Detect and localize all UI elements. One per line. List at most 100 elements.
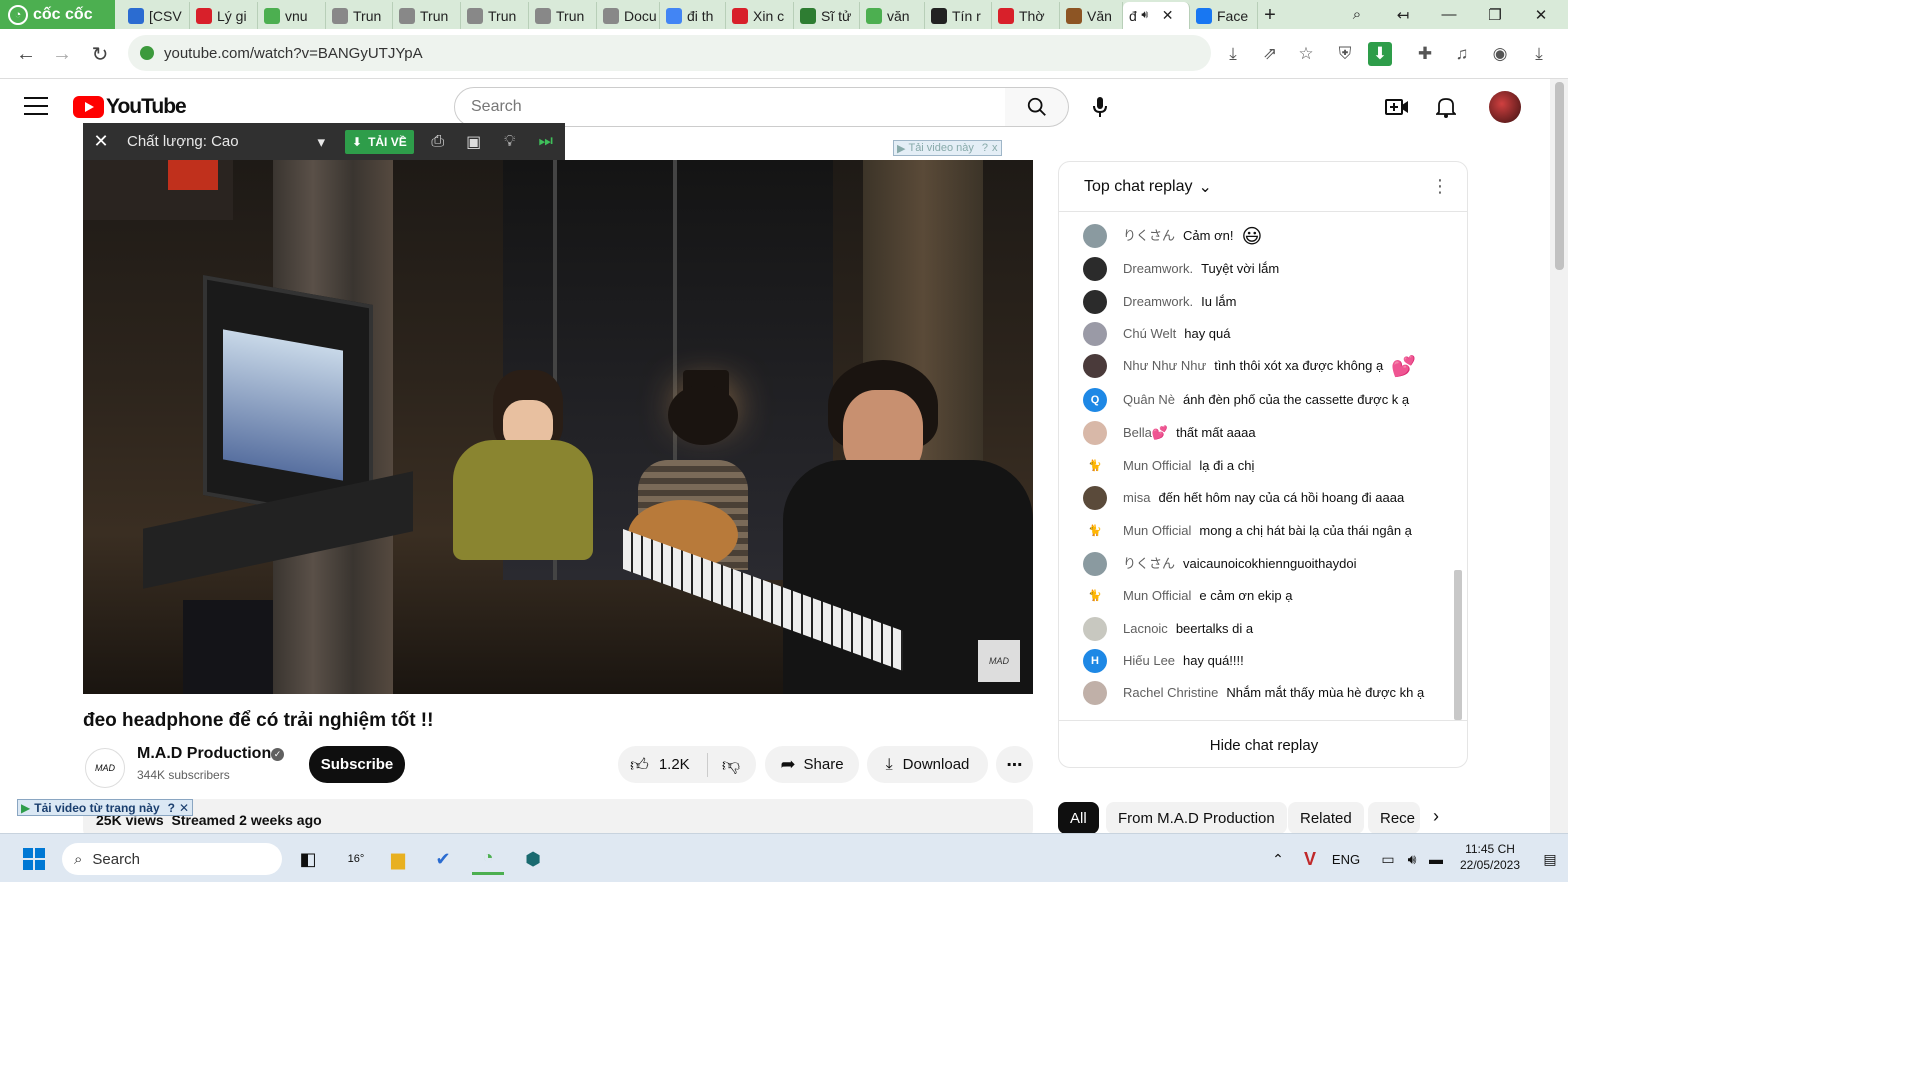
voice-search-button[interactable] [1080, 87, 1120, 127]
system-clock[interactable]: 11:45 CH 22/05/2023 [1450, 841, 1530, 873]
browser-tab[interactable]: văn [860, 2, 925, 29]
more-actions-button[interactable]: ⋯ [996, 746, 1033, 783]
browser-tab[interactable]: Xin c [726, 2, 794, 29]
chat-author-name[interactable]: りくさん [1123, 228, 1175, 243]
chat-author-name[interactable]: Như Như Như [1123, 358, 1206, 373]
browser-tab[interactable]: Trun [529, 2, 597, 29]
browser-tab[interactable]: Trun [393, 2, 461, 29]
chat-author-name[interactable]: Bella💕 [1123, 425, 1168, 440]
chat-author-name[interactable]: Mun Official [1123, 458, 1191, 473]
download-video-button[interactable]: ⬇ TẢI VỀ [345, 129, 414, 154]
coccoc-taskbar-icon[interactable]: ◔ [472, 843, 504, 875]
chat-message[interactable]: Chú Welt hay quá [1083, 322, 1443, 346]
share-page-icon[interactable]: ⇗ [1258, 42, 1282, 66]
chat-author-name[interactable]: Chú Welt [1123, 326, 1176, 341]
filter-chip[interactable]: From M.A.D Production [1106, 802, 1287, 834]
notification-center-icon[interactable]: ▤ [1534, 843, 1566, 875]
close-icon[interactable]: ✕ [179, 801, 189, 815]
chat-author-name[interactable]: Dreamwork. [1123, 261, 1193, 276]
chat-author-avatar[interactable]: Q [1083, 388, 1107, 412]
create-video-icon[interactable] [1385, 95, 1409, 119]
share-button[interactable]: ➦ Share [765, 746, 859, 783]
windows-start-icon[interactable] [18, 843, 50, 875]
media-icon[interactable]: ♫ [1450, 42, 1474, 66]
new-tab-button[interactable]: + [1258, 2, 1282, 29]
subscribe-button[interactable]: Subscribe [309, 746, 405, 783]
back-history-icon[interactable]: ↤ [1380, 0, 1426, 29]
chat-author-name[interactable]: Rachel Christine [1123, 685, 1218, 700]
help-icon[interactable]: ? [168, 801, 175, 815]
save-to-device-icon[interactable]: ⎙ [420, 123, 456, 160]
chat-header[interactable]: Top chat replay ⌄ ⋮ [1059, 162, 1467, 212]
browser-tab[interactable]: Sĩ tử [794, 2, 860, 29]
chat-author-name[interactable]: Quân Nè [1123, 392, 1175, 407]
notifications-bell-icon[interactable] [1434, 95, 1458, 119]
chat-menu-icon[interactable]: ⋮ [1431, 176, 1449, 197]
chat-author-avatar[interactable] [1083, 224, 1107, 248]
install-icon[interactable]: ⤓ [1221, 42, 1245, 66]
channel-avatar[interactable]: MAD [85, 748, 125, 788]
chat-author-name[interactable]: Hiếu Lee [1123, 653, 1175, 668]
chat-author-avatar[interactable]: 🐈 [1083, 584, 1107, 608]
address-bar[interactable]: youtube.com/watch?v=BANGyUTJYpA [128, 35, 1211, 71]
browser-tab[interactable]: đi th [660, 2, 726, 29]
chat-message[interactable]: りくさん vaicaunoicokhiennguoithaydoi [1083, 552, 1443, 576]
page-scrollbar[interactable] [1550, 79, 1568, 833]
chat-author-name[interactable]: Mun Official [1123, 523, 1191, 538]
download-this-video-banner[interactable]: ▶ Tải video này ? x [893, 140, 1002, 156]
download-button[interactable]: ⤓ Download [867, 746, 988, 783]
chat-author-name[interactable]: Lacnoic [1123, 621, 1168, 636]
chat-message[interactable]: Bella💕 thất mất aaaa [1083, 421, 1443, 445]
browser-tab[interactable]: Thờ [992, 2, 1060, 29]
chat-message[interactable]: Rachel Christine Nhắm mắt thấy mùa hè đượ… [1083, 681, 1443, 705]
weather-widget-icon[interactable]: 16° [340, 843, 372, 875]
like-button[interactable]: 👍︎ 1.2K [618, 752, 708, 777]
video-player[interactable]: MAD [83, 160, 1033, 694]
close-downloader-icon[interactable]: ✕ [83, 131, 119, 152]
profile-icon[interactable]: ◉ [1488, 42, 1512, 66]
youtube-logo[interactable]: YouTube [73, 95, 187, 119]
language-indicator[interactable]: ENG [1330, 843, 1362, 875]
back-button[interactable]: ← [12, 40, 40, 68]
browser-tab[interactable]: Tín r [925, 2, 992, 29]
task-view-icon[interactable]: ◧ [292, 843, 324, 875]
chat-author-avatar[interactable]: 🐈 [1083, 454, 1107, 478]
chat-author-name[interactable]: Mun Official [1123, 588, 1191, 603]
chat-message[interactable]: 🐈 Mun Official e cảm ơn ekip ạ [1083, 584, 1443, 608]
savior-download-icon[interactable]: ⬇ [1368, 42, 1392, 66]
chat-message[interactable]: Dreamwork. Iu lắm [1083, 290, 1443, 314]
coccoc-brand[interactable]: ◔ cốc cốc [0, 0, 115, 29]
file-explorer-icon[interactable]: ▆ [382, 843, 414, 875]
search-input[interactable]: Search [454, 87, 1006, 127]
adblock-icon[interactable]: ⛨ [1333, 42, 1357, 66]
browser-tab[interactable]: Docu [597, 2, 660, 29]
chat-author-name[interactable]: Dreamwork. [1123, 294, 1193, 309]
browser-tab[interactable]: đ 🔊︎ ✕ [1123, 2, 1190, 29]
chat-message[interactable]: 🐈 Mun Official lạ đi a chị [1083, 454, 1443, 478]
browser-tab[interactable]: Văn [1060, 2, 1123, 29]
filter-chip[interactable]: All [1058, 802, 1099, 834]
close-icon[interactable]: x [992, 142, 998, 154]
chat-message[interactable]: misa đến hết hôm nay của cá hồi hoang đi … [1083, 486, 1443, 510]
browser-tab[interactable]: Trun [326, 2, 393, 29]
downloads-icon[interactable]: ⤓ [1527, 42, 1551, 66]
browser-tab[interactable]: Trun [461, 2, 529, 29]
search-button[interactable] [1005, 87, 1069, 127]
pip-icon[interactable]: ▣ [456, 123, 492, 160]
close-window-button[interactable]: ✕ [1518, 0, 1564, 29]
chat-author-name[interactable]: りくさん [1123, 556, 1175, 571]
browser-tab[interactable]: Face [1190, 2, 1258, 29]
chat-message[interactable]: りくさん Cảm ơn! 😃 [1083, 224, 1443, 248]
filter-chip[interactable]: Related [1288, 802, 1364, 834]
hamburger-menu-icon[interactable] [24, 97, 48, 117]
chat-author-avatar[interactable]: H [1083, 649, 1107, 673]
light-bulb-icon[interactable]: 💡︎ [492, 123, 528, 160]
chat-message[interactable]: Lacnoic beertalks di a [1083, 617, 1443, 641]
maximize-button[interactable]: ❐ [1472, 0, 1518, 29]
chat-author-avatar[interactable] [1083, 322, 1107, 346]
app-taskbar-icon[interactable]: ⬢ [517, 843, 549, 875]
bookmark-star-icon[interactable]: ☆ [1294, 42, 1318, 66]
dislike-button[interactable]: 👎︎ [708, 754, 754, 776]
chat-message[interactable]: 🐈 Mun Official mong a chị hát bài lạ của t… [1083, 519, 1443, 543]
chat-author-avatar[interactable] [1083, 681, 1107, 705]
